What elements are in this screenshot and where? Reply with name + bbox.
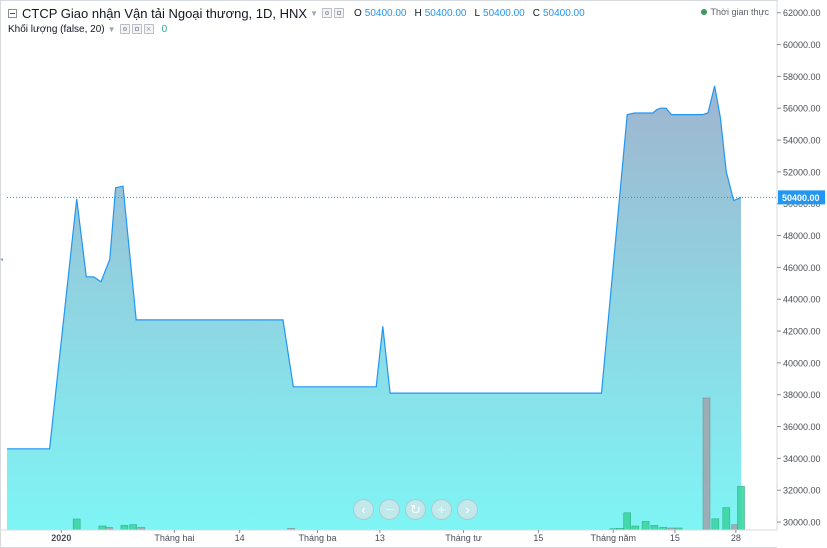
price-axis-bg [777,0,827,548]
reset-icon[interactable]: ↻ [405,499,426,520]
volume-bar [631,525,640,531]
navigation-bar: ‹ − ↻ + › [353,499,478,520]
y-tick-label: 48000.00 [783,231,821,241]
volume-bar [641,521,650,531]
realtime-status: Thời gian thực [700,7,769,17]
collapse-legend-icon[interactable] [8,8,17,18]
zoom-in-icon[interactable]: + [431,499,452,520]
y-tick-label: 44000.00 [783,295,821,305]
scroll-right-icon[interactable]: › [457,499,478,520]
zoom-out-icon[interactable]: − [379,499,400,520]
chevron-down-icon[interactable]: ▼ [310,9,318,18]
scroll-left-icon[interactable]: ‹ [353,499,374,520]
x-tick-label: 13 [375,533,385,543]
y-tick-label: 30000.00 [783,518,821,528]
y-tick-label: 60000.00 [783,40,821,50]
volume-bar [120,525,129,531]
volume-bar [623,512,632,531]
chevron-down-icon[interactable]: ▼ [108,25,116,34]
y-tick-label: 56000.00 [783,104,821,114]
x-tick-label: 28 [731,533,741,543]
symbol-title[interactable]: CTCP Giao nhận Vận tải Ngoại thương, 1D,… [22,6,307,21]
main-legend: CTCP Giao nhận Vận tải Ngoại thương, 1D,… [8,5,585,21]
x-tick-label: 15 [533,533,543,543]
y-tick-label: 32000.00 [783,486,821,496]
visibility-toggle-icon[interactable] [322,8,332,18]
ohlc-low-value: 50400.00 [483,7,525,19]
price-chart[interactable]: 30000.00 32000.00 34000.00 36000.00 38000.00… [0,0,827,548]
ohlc-high-label: H [414,7,422,19]
y-tick-label: 62000.00 [783,8,821,18]
volume-bar [702,397,711,531]
y-tick-label: 46000.00 [783,263,821,273]
volume-legend: Khối lượng (false, 20) ▼ × 0 [8,21,167,37]
volume-bar [650,525,659,531]
x-tick-label: Tháng hai [154,533,194,543]
volume-value: 0 [161,23,168,35]
volume-bar [737,486,745,531]
x-tick-label: Tháng năm [591,533,637,543]
ohlc-open-value: 50400.00 [364,7,407,19]
left-edge-handle-icon[interactable]: ◂ [0,256,4,270]
y-tick-label: 42000.00 [783,327,821,337]
x-tick-label: 2020 [51,533,71,543]
volume-bar [711,518,720,531]
ohlc-close-value: 50400.00 [542,7,585,19]
ohlc-open-label: O [354,7,362,19]
status-dot-icon [700,9,707,15]
x-tick-label: 14 [235,533,245,543]
last-price-label: 50400.00 [782,193,820,203]
visibility-toggle-icon[interactable] [119,24,130,34]
y-tick-label: 38000.00 [783,390,821,400]
ohlc-low-label: L [474,7,481,19]
y-tick-label: 54000.00 [783,136,821,146]
x-tick-label: 15 [670,533,680,543]
settings-icon[interactable] [131,24,142,34]
realtime-label: Thời gian thực [710,7,769,17]
x-tick-label: Tháng tư [445,533,482,543]
x-tick-label: Tháng ba [298,533,336,543]
volume-bar [72,518,81,531]
y-tick-label: 40000.00 [783,358,821,368]
close-icon[interactable]: × [143,24,154,34]
ohlc-high-value: 50400.00 [424,7,467,19]
settings-icon[interactable] [334,8,344,18]
ohlc-close-label: C [532,7,540,19]
volume-bar [129,524,137,531]
volume-bar [98,525,107,531]
y-tick-label: 58000.00 [783,72,821,82]
price-area [7,85,741,531]
y-tick-label: 34000.00 [783,454,821,464]
y-tick-label: 52000.00 [783,167,821,177]
volume-title[interactable]: Khối lượng (false, 20) [8,24,105,35]
y-tick-label: 36000.00 [783,422,821,432]
volume-bar [722,507,731,531]
